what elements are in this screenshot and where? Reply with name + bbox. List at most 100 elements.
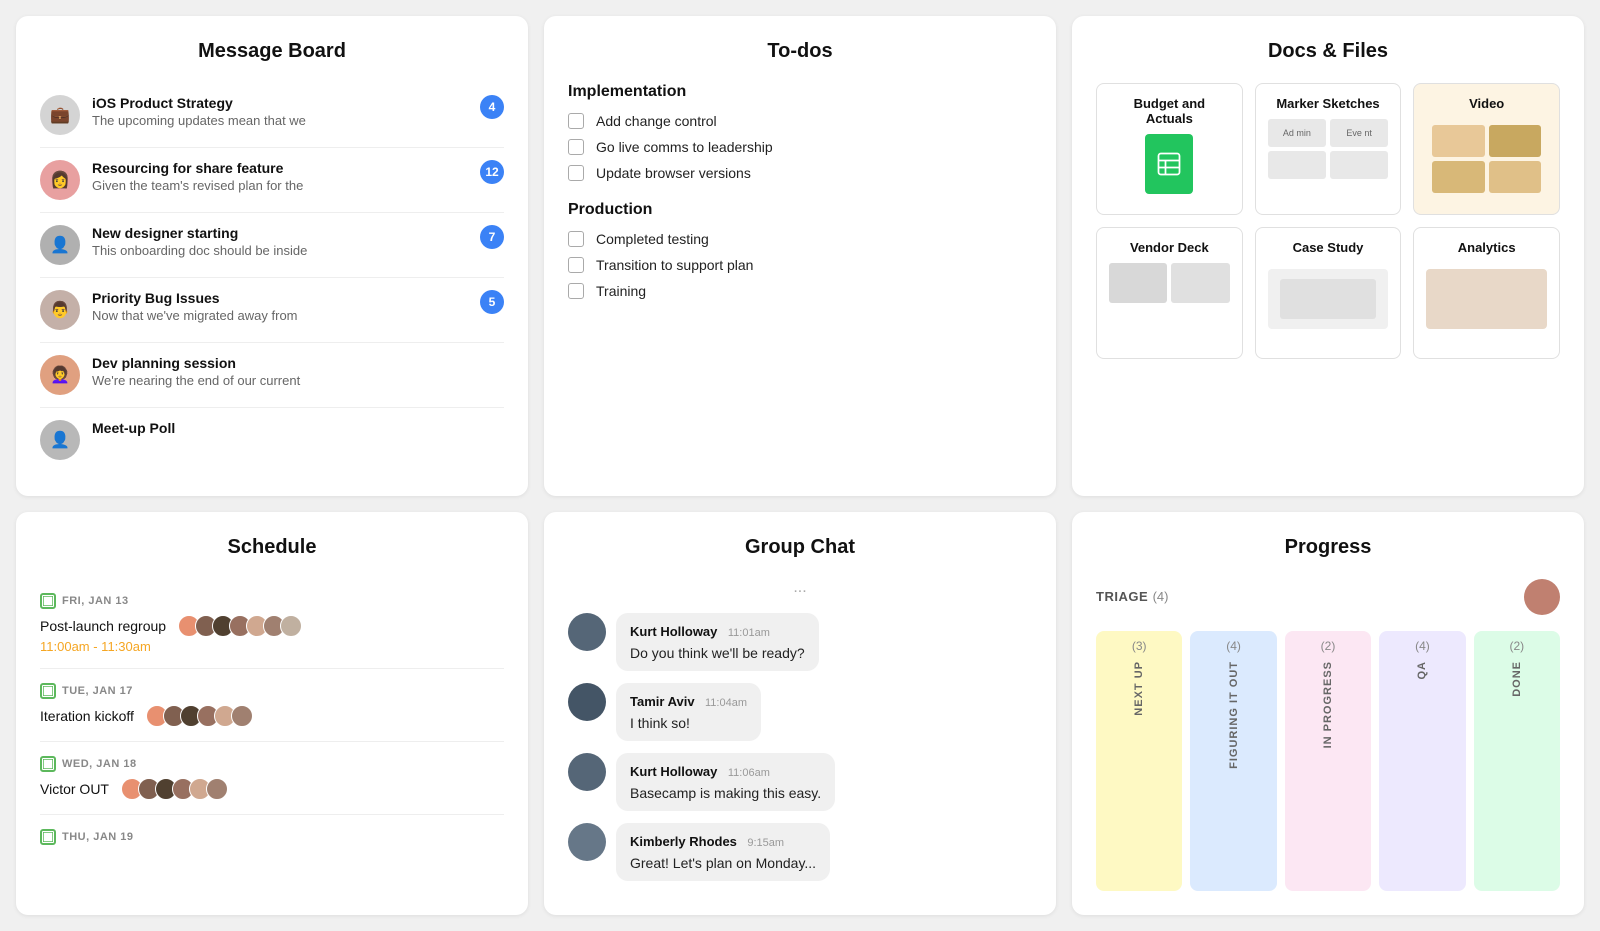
message-preview: The upcoming updates mean that we (92, 113, 504, 128)
chat-bubble: Kurt Holloway 11:06am Basecamp is making… (616, 753, 835, 811)
todo-label: Training (596, 283, 646, 299)
doc-item-analytics[interactable]: Analytics (1413, 227, 1560, 359)
message-title: Meet-up Poll (92, 420, 504, 436)
todos-card: To-dos Implementation Add change control… (544, 16, 1056, 496)
todo-item[interactable]: Completed testing (568, 231, 1032, 247)
video-grid (1426, 119, 1547, 199)
column-label: NEXT UP (1133, 661, 1145, 716)
schedule-card: Schedule FRI, JAN 13 Post-launch regroup… (16, 512, 528, 915)
chat-message: Tamir Aviv 11:04am I think so! (568, 683, 1032, 741)
doc-item-casestudy[interactable]: Case Study (1255, 227, 1402, 359)
message-badge: 4 (480, 95, 504, 119)
calendar-icon (40, 756, 56, 772)
chat-text: Basecamp is making this easy. (630, 785, 821, 801)
progress-column-figuring-it-out[interactable]: (4) FIGURING IT OUT (1190, 631, 1276, 891)
sketch-cell: Ad min (1268, 119, 1326, 147)
message-badge: 7 (480, 225, 504, 249)
progress-column-done[interactable]: (2) DONE (1474, 631, 1560, 891)
schedule-avatars (178, 615, 302, 637)
message-preview: Now that we've migrated away from (92, 308, 504, 323)
sketch-cell (1330, 151, 1388, 179)
video-cell (1432, 161, 1484, 193)
chat-avatar (568, 753, 606, 791)
doc-item-budget[interactable]: Budget and Actuals (1096, 83, 1243, 215)
progress-columns: (3) NEXT UP (4) FIGURING IT OUT (2) IN P… (1096, 631, 1560, 891)
message-item[interactable]: 👩‍🦱 Dev planning session We're nearing t… (40, 343, 504, 408)
chat-bubble: Kimberly Rhodes 9:15am Great! Let's plan… (616, 823, 830, 881)
chat-avatar (568, 613, 606, 651)
video-cell (1432, 125, 1484, 157)
todo-label: Add change control (596, 113, 717, 129)
progress-column-qa[interactable]: (4) QA (1379, 631, 1465, 891)
group-chat-card: Group Chat ... Kurt Holloway 11:01am Do … (544, 512, 1056, 915)
doc-label: Analytics (1458, 240, 1516, 255)
progress-column-next-up[interactable]: (3) NEXT UP (1096, 631, 1182, 891)
todo-label: Go live comms to leadership (596, 139, 773, 155)
todo-label: Update browser versions (596, 165, 751, 181)
todo-item[interactable]: Update browser versions (568, 165, 1032, 181)
avatar: 👤 (40, 420, 80, 460)
schedule-event[interactable]: TUE, JAN 17 Iteration kickoff (40, 669, 504, 742)
schedule-event-title: Victor OUT (40, 778, 504, 800)
triage-label-wrap: TRIAGE (4) (1096, 588, 1168, 606)
todo-item[interactable]: Transition to support plan (568, 257, 1032, 273)
chat-sender-name: Kimberly Rhodes (630, 834, 737, 849)
schedule-avatars (146, 705, 253, 727)
doc-item-marker[interactable]: Marker Sketches Ad min Eve nt (1255, 83, 1402, 215)
message-item[interactable]: 👤 Meet-up Poll (40, 408, 504, 472)
schedule-event[interactable]: FRI, JAN 13 Post-launch regroup 11:00am … (40, 579, 504, 669)
deck-cell (1171, 263, 1229, 303)
column-label: IN PROGRESS (1322, 661, 1334, 748)
column-label: QA (1416, 661, 1428, 680)
avatar: 👤 (40, 225, 80, 265)
deck-cell (1109, 263, 1167, 303)
todo-label: Completed testing (596, 231, 709, 247)
message-content: iOS Product Strategy The upcoming update… (92, 95, 504, 128)
video-cell (1489, 161, 1541, 193)
message-content: Priority Bug Issues Now that we've migra… (92, 290, 504, 323)
message-item[interactable]: 👤 New designer starting This onboarding … (40, 213, 504, 278)
chat-header: Kurt Holloway 11:06am (630, 763, 821, 781)
column-label: DONE (1511, 661, 1523, 697)
chat-sender-name: Kurt Holloway (630, 624, 717, 639)
chat-sender-name: Tamir Aviv (630, 694, 695, 709)
todo-label: Transition to support plan (596, 257, 753, 273)
chat-text: Great! Let's plan on Monday... (630, 855, 816, 871)
message-preview: We're nearing the end of our current (92, 373, 504, 388)
schedule-event[interactable]: THU, JAN 19 (40, 815, 504, 865)
todo-item[interactable]: Add change control (568, 113, 1032, 129)
todo-checkbox[interactable] (568, 165, 584, 181)
message-item[interactable]: 👨 Priority Bug Issues Now that we've mig… (40, 278, 504, 343)
doc-label: Marker Sketches (1276, 96, 1379, 111)
todos-title: To-dos (568, 40, 1032, 63)
message-title: iOS Product Strategy (92, 95, 504, 111)
schedule-event[interactable]: WED, JAN 18 Victor OUT (40, 742, 504, 815)
todo-checkbox[interactable] (568, 283, 584, 299)
avatar: 💼 (40, 95, 80, 135)
chat-bubble: Kurt Holloway 11:01am Do you think we'll… (616, 613, 819, 671)
progress-user-avatar (1524, 579, 1560, 615)
chat-timestamp: 11:06am (728, 767, 770, 779)
message-title: Dev planning session (92, 355, 504, 371)
triage-count: (4) (1153, 589, 1169, 604)
chat-timestamp: 11:01am (728, 627, 770, 639)
todo-checkbox[interactable] (568, 231, 584, 247)
progress-column-in-progress[interactable]: (2) IN PROGRESS (1285, 631, 1371, 891)
schedule-avatar (280, 615, 302, 637)
message-item[interactable]: 👩 Resourcing for share feature Given the… (40, 148, 504, 213)
message-title: New designer starting (92, 225, 504, 241)
doc-preview (1426, 269, 1547, 329)
doc-item-video[interactable]: Video (1413, 83, 1560, 215)
message-item[interactable]: 💼 iOS Product Strategy The upcoming upda… (40, 83, 504, 148)
doc-label: Video (1469, 96, 1504, 111)
todo-checkbox[interactable] (568, 257, 584, 273)
schedule-avatar (206, 778, 228, 800)
todo-checkbox[interactable] (568, 113, 584, 129)
todo-item[interactable]: Go live comms to leadership (568, 139, 1032, 155)
group-chat-title: Group Chat (568, 536, 1032, 559)
todo-item[interactable]: Training (568, 283, 1032, 299)
todo-checkbox[interactable] (568, 139, 584, 155)
doc-item-vendor[interactable]: Vendor Deck (1096, 227, 1243, 359)
chat-timestamp: 11:04am (705, 697, 747, 709)
todo-section-title: Implementation (568, 83, 1032, 101)
